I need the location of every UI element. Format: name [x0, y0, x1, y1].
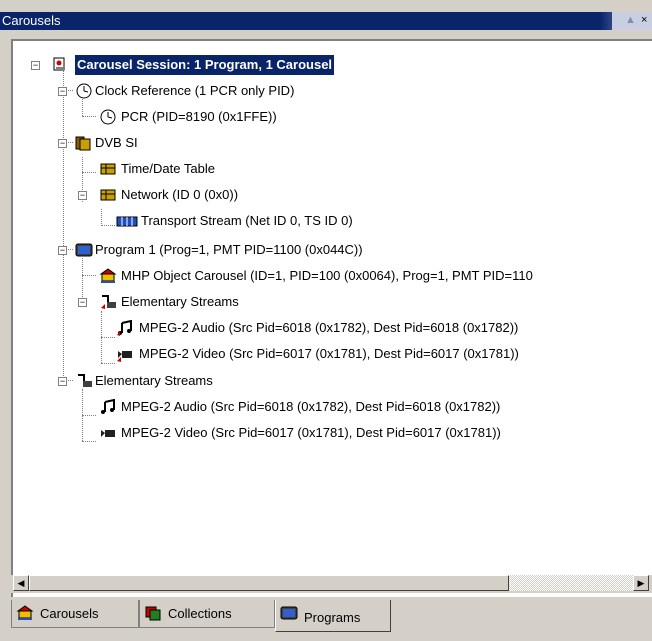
panel-title: Carousels	[2, 13, 61, 28]
carousel-tree[interactable]: − Carousel Session: 1 Program, 1 Carouse…	[13, 41, 652, 571]
collapse-toggle[interactable]: −	[31, 61, 40, 70]
tab-carousels[interactable]: Carousels	[11, 600, 139, 628]
tree-node-time-date-table[interactable]: Time/Date Table	[13, 159, 652, 179]
collapse-toggle[interactable]: −	[58, 139, 67, 148]
tree-node-video-stream-root[interactable]: MPEG-2 Video (Src Pid=6017 (0x1781), Des…	[13, 423, 652, 443]
tree-node-label[interactable]: MPEG-2 Audio (Src Pid=6018 (0x1782), Des…	[121, 397, 500, 417]
tree-node-label[interactable]: DVB SI	[95, 133, 138, 153]
scroll-left-button[interactable]: ◀	[13, 575, 29, 591]
close-icon[interactable]: ×	[641, 14, 647, 26]
transport-stream-icon	[116, 216, 138, 227]
clock-icon	[100, 109, 116, 125]
tree-node-clock-reference[interactable]: − Clock Reference (1 PCR only PID)	[13, 81, 652, 101]
table-icon	[100, 189, 116, 201]
tree-node-pcr[interactable]: PCR (PID=8190 (0x1FFE))	[13, 107, 652, 127]
video-camera-icon	[101, 430, 115, 437]
panel-titlebar: Carousels ▲ ×	[0, 12, 652, 30]
session-icon	[53, 57, 65, 71]
collapse-toggle[interactable]: −	[58, 87, 67, 96]
clock-icon	[76, 83, 92, 99]
table-icon	[100, 163, 116, 175]
tree-node-elementary-streams-program[interactable]: − Elementary Streams	[13, 292, 652, 312]
tree-node-label[interactable]: Carousel Session: 1 Program, 1 Carousel	[75, 55, 335, 75]
tab-label: Carousels	[40, 606, 99, 621]
tree-node-label[interactable]: Elementary Streams	[121, 292, 239, 312]
tree-node-elementary-streams-root[interactable]: − Elementary Streams	[13, 371, 652, 391]
tab-label: Programs	[304, 610, 361, 625]
tab-label: Collections	[168, 606, 232, 621]
tree-node-mhp-carousel[interactable]: MHP Object Carousel (ID=1, PID=100 (0x00…	[13, 266, 652, 286]
tree-node-transport-stream[interactable]: Transport Stream (Net ID 0, TS ID 0)	[13, 211, 652, 231]
tree-node-label[interactable]: MHP Object Carousel (ID=1, PID=100 (0x00…	[121, 266, 533, 286]
scroll-right-button[interactable]: ▶	[633, 575, 649, 591]
elementary-streams-icon	[101, 295, 116, 309]
carousel-icon	[99, 268, 117, 283]
pin-icon[interactable]: ▲	[625, 14, 636, 26]
carousel-icon	[16, 605, 34, 620]
program-tv-icon	[280, 606, 298, 620]
titlebar-buttons: ▲ ×	[612, 12, 652, 30]
tree-node-label[interactable]: Time/Date Table	[121, 159, 215, 179]
scroll-thumb[interactable]	[29, 575, 509, 591]
tree-node-label[interactable]: Transport Stream (Net ID 0, TS ID 0)	[141, 211, 353, 231]
tree-node-root[interactable]: − Carousel Session: 1 Program, 1 Carouse…	[13, 55, 652, 75]
tree-node-network[interactable]: − Network (ID 0 (0x0))	[13, 185, 652, 205]
tree-node-video-stream-program[interactable]: MPEG-2 Video (Src Pid=6017 (0x1781), Des…	[13, 344, 652, 364]
scroll-track[interactable]	[509, 575, 633, 591]
tree-node-label[interactable]: Elementary Streams	[95, 371, 213, 391]
tree-node-audio-stream-root[interactable]: MPEG-2 Audio (Src Pid=6018 (0x1782), Des…	[13, 397, 652, 417]
video-camera-icon	[117, 351, 132, 362]
tree-node-label[interactable]: MPEG-2 Video (Src Pid=6017 (0x1781), Des…	[121, 423, 501, 443]
elementary-streams-icon	[78, 374, 92, 387]
audio-note-icon	[117, 320, 132, 336]
tables-icon	[75, 136, 91, 151]
tab-collections[interactable]: Collections	[139, 600, 275, 628]
audio-note-icon	[101, 399, 115, 414]
horizontal-scrollbar[interactable]: ◀ ▶	[11, 575, 652, 593]
collections-icon	[145, 606, 161, 621]
tree-node-audio-stream-program[interactable]: MPEG-2 Audio (Src Pid=6018 (0x1782), Des…	[13, 318, 652, 338]
tree-node-label[interactable]: Program 1 (Prog=1, PMT PID=1100 (0x044C)…	[95, 240, 363, 260]
tree-node-program-1[interactable]: − Program 1 (Prog=1, PMT PID=1100 (0x044…	[13, 240, 652, 260]
tree-node-label[interactable]: Network (ID 0 (0x0))	[121, 185, 238, 205]
collapse-toggle[interactable]: −	[78, 298, 87, 307]
tab-programs[interactable]: Programs	[275, 600, 391, 632]
tree-node-label[interactable]: MPEG-2 Video (Src Pid=6017 (0x1781), Des…	[139, 344, 519, 364]
tree-node-dvb-si[interactable]: − DVB SI	[13, 133, 652, 153]
tree-node-label[interactable]: PCR (PID=8190 (0x1FFE))	[121, 107, 277, 127]
collapse-toggle[interactable]: −	[78, 191, 87, 200]
collapse-toggle[interactable]: −	[58, 377, 67, 386]
tree-node-label[interactable]: Clock Reference (1 PCR only PID)	[95, 81, 294, 101]
tab-bar: Carousels Collections Programs	[11, 600, 652, 641]
tree-panel: − Carousel Session: 1 Program, 1 Carouse…	[11, 39, 652, 597]
tree-node-label[interactable]: MPEG-2 Audio (Src Pid=6018 (0x1782), Des…	[139, 318, 518, 338]
collapse-toggle[interactable]: −	[58, 246, 67, 255]
program-tv-icon	[75, 243, 93, 257]
